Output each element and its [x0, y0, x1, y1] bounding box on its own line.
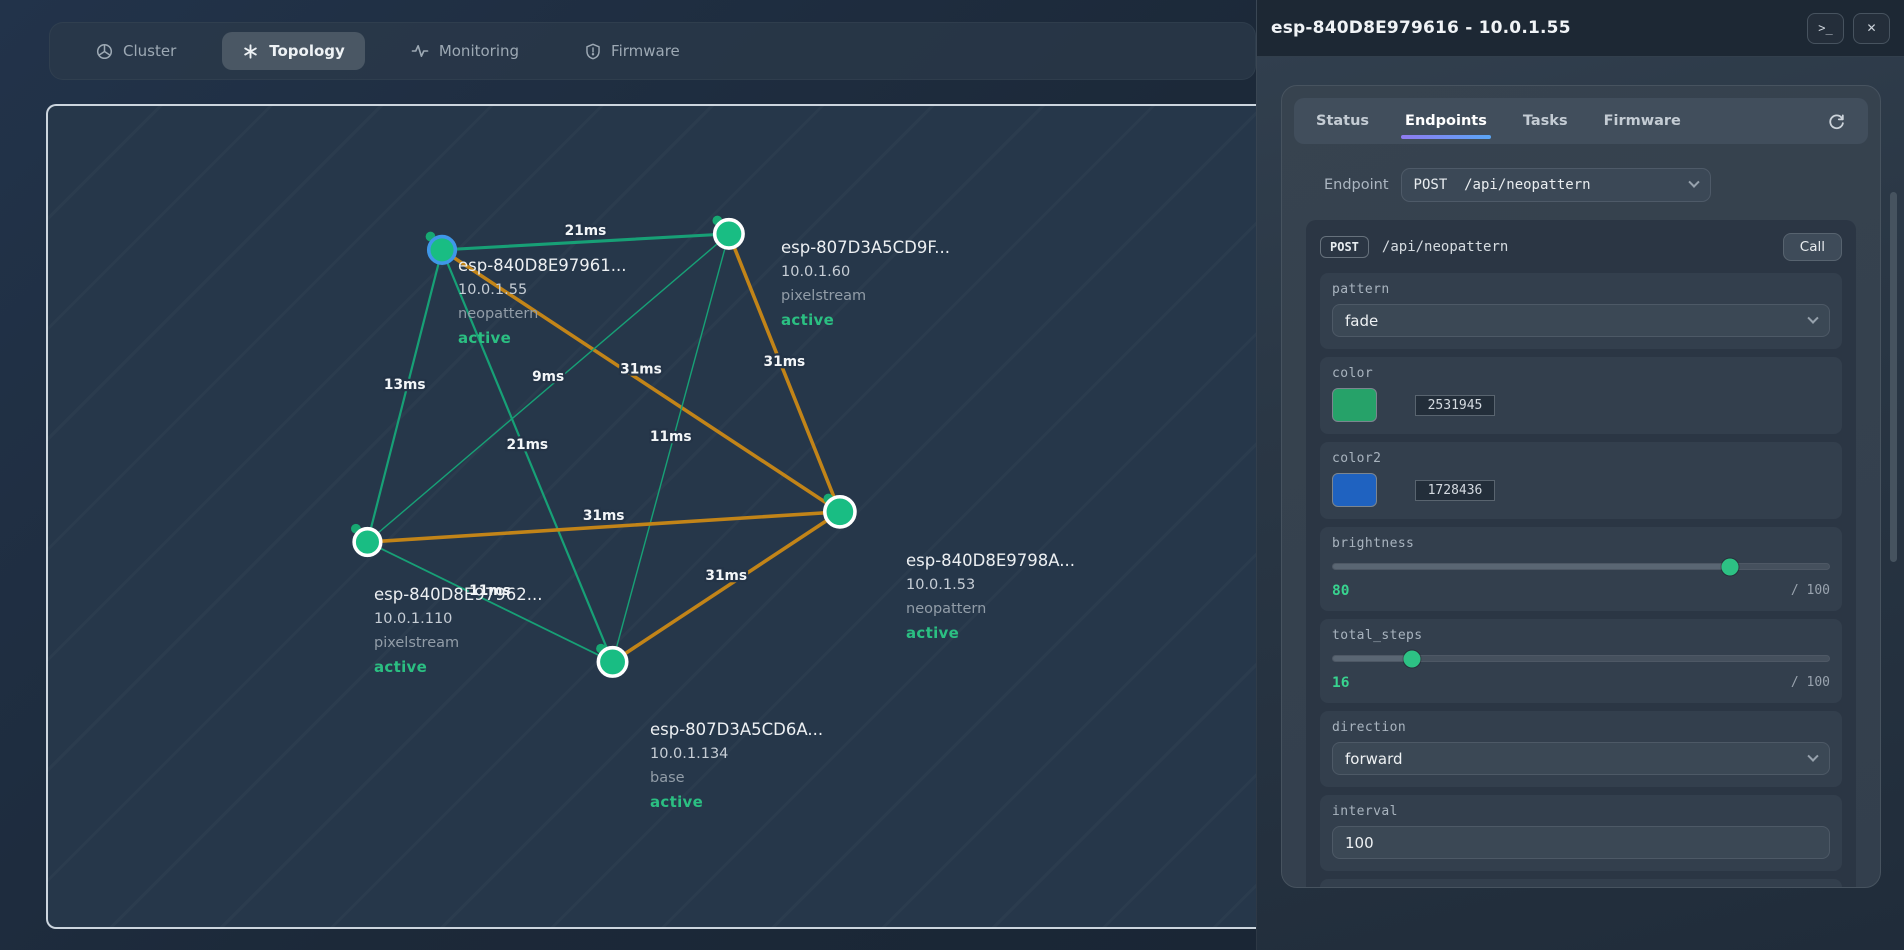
slider-thumb[interactable] [1722, 558, 1739, 575]
request-path: /api/neopattern [1382, 239, 1508, 255]
field-label: interval [1332, 804, 1830, 819]
device-tabbar: Status Endpoints Tasks Firmware [1294, 98, 1868, 144]
edge-latency-label: 11ms [469, 583, 511, 599]
nav-item-label: Firmware [611, 42, 680, 60]
cluster-icon [96, 43, 113, 60]
field-pattern-select[interactable]: fade [1332, 304, 1830, 337]
endpoint-selector-row: Endpoint POST /api/neopattern [1324, 168, 1856, 202]
edge-n2-n3 [729, 234, 840, 512]
top-navbar: Cluster Topology Monitoring Firmware [49, 22, 1256, 80]
nav-item-label: Cluster [123, 42, 176, 60]
edge-n1-n3 [442, 250, 840, 512]
edge-n4-n5 [367, 542, 612, 662]
slider-values: 16 / 100 [1332, 675, 1830, 691]
refresh-icon[interactable] [1827, 112, 1846, 131]
edge-latency-label: 9ms [532, 369, 564, 385]
color-value-input[interactable]: 1728436 [1415, 480, 1495, 501]
close-icon[interactable]: ✕ [1853, 13, 1890, 44]
firmware-icon [585, 43, 601, 60]
field-direction-select[interactable]: forward [1332, 742, 1830, 775]
field-pattern: pattern fade [1320, 273, 1842, 349]
field-broadcast: broadcastbroadcast [1320, 879, 1842, 888]
nav-item-cluster[interactable]: Cluster [76, 32, 196, 70]
tab-status[interactable]: Status [1316, 98, 1369, 144]
field-color2-row: 1728436 [1332, 473, 1830, 507]
slider-max-value: / 100 [1791, 675, 1830, 691]
edge-latency-label: 31ms [583, 508, 625, 524]
field-color-row: 2531945 [1332, 388, 1830, 422]
field-label: pattern [1332, 282, 1830, 297]
field-value: forward [1345, 750, 1403, 768]
slider-fill [1333, 656, 1411, 661]
chevron-down-icon [1807, 750, 1818, 761]
device-panel-title: esp-840D8E979616 - 10.0.1.55 [1271, 18, 1571, 38]
color-swatch[interactable] [1332, 388, 1377, 422]
edge-latency-label: 31ms [705, 568, 747, 584]
edge-latency-label: 21ms [565, 223, 607, 239]
color-swatch[interactable] [1332, 473, 1377, 507]
slider-thumb[interactable] [1403, 650, 1420, 667]
panel-scrollbar[interactable] [1890, 192, 1897, 562]
field-value: 100 [1345, 834, 1374, 852]
chevron-down-icon [1807, 312, 1818, 323]
tab-endpoints[interactable]: Endpoints [1405, 98, 1487, 144]
topology-canvas[interactable]: 21ms13ms21ms31ms9ms11ms31ms11ms31ms31ms … [46, 104, 1279, 929]
edge-latency-label: 13ms [384, 377, 426, 393]
edge-latency-label: 11ms [650, 429, 692, 445]
field-direction: direction forward [1320, 711, 1842, 787]
topology-icon [242, 43, 259, 60]
endpoint-label: Endpoint [1324, 177, 1389, 193]
monitoring-icon [411, 43, 429, 59]
slider-current-value: 80 [1332, 583, 1349, 599]
field-color2: color2 1728436 [1320, 442, 1842, 519]
field-brightness-slider[interactable] [1332, 558, 1830, 575]
nav-item-label: Monitoring [439, 42, 519, 60]
endpoint-select-value: POST /api/neopattern [1414, 177, 1591, 193]
edge-latency-label: 31ms [764, 354, 806, 370]
device-node-n4[interactable] [354, 529, 381, 556]
request-header: POST /api/neopattern Call [1320, 233, 1842, 261]
request-card: POST /api/neopattern Call pattern fade col… [1306, 220, 1856, 888]
field-total_steps: total_steps 16 / 100 [1320, 619, 1842, 703]
tab-firmware[interactable]: Firmware [1604, 98, 1681, 144]
edge-latency-label: 21ms [506, 437, 548, 453]
field-color: color 2531945 [1320, 357, 1842, 434]
edge-latency-label: 31ms [620, 362, 662, 378]
device-node-n5[interactable] [598, 648, 626, 676]
device-panel: esp-840D8E979616 - 10.0.1.55 >_ ✕ Status… [1256, 0, 1904, 950]
field-brightness: brightness 80 / 100 [1320, 527, 1842, 611]
field-label: brightness [1332, 536, 1830, 551]
slider-max-value: / 100 [1791, 583, 1830, 599]
nav-item-label: Topology [269, 42, 345, 60]
device-card: Status Endpoints Tasks Firmware Endpoint PO… [1281, 85, 1881, 888]
slider-values: 80 / 100 [1332, 583, 1830, 599]
device-panel-header: esp-840D8E979616 - 10.0.1.55 >_ ✕ [1257, 0, 1904, 57]
method-badge: POST [1320, 236, 1369, 258]
nav-item-firmware[interactable]: Firmware [565, 32, 700, 70]
slider-current-value: 16 [1332, 675, 1349, 691]
field-label: color2 [1332, 451, 1830, 466]
field-interval: interval 100 [1320, 795, 1842, 871]
chevron-down-icon [1688, 177, 1699, 188]
device-node-n3[interactable] [825, 497, 855, 527]
endpoint-select[interactable]: POST /api/neopattern [1401, 168, 1711, 202]
nav-item-topology[interactable]: Topology [222, 32, 365, 70]
device-node-n1[interactable] [429, 237, 456, 264]
field-label: color [1332, 366, 1830, 381]
device-node-n2[interactable] [715, 220, 743, 248]
call-button[interactable]: Call [1783, 233, 1842, 261]
slider-fill [1333, 564, 1729, 569]
color-value-input[interactable]: 2531945 [1415, 395, 1495, 416]
edge-n1-n4 [367, 250, 442, 542]
field-label: direction [1332, 720, 1830, 735]
field-interval-input[interactable]: 100 [1332, 826, 1830, 859]
field-value: fade [1345, 312, 1378, 330]
field-total_steps-slider[interactable] [1332, 650, 1830, 667]
tab-tasks[interactable]: Tasks [1523, 98, 1568, 144]
topology-graph: 21ms 13ms 21ms 31ms 9ms 11ms 31ms 11ms 31ms 31ms [48, 106, 1279, 929]
terminal-icon[interactable]: >_ [1807, 13, 1844, 44]
nav-item-monitoring[interactable]: Monitoring [391, 32, 539, 70]
field-label: total_steps [1332, 628, 1830, 643]
